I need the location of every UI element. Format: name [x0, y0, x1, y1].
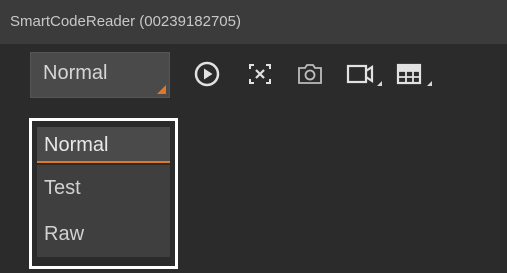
- dropdown-option-test[interactable]: Test: [37, 165, 170, 211]
- play-button[interactable]: [190, 57, 224, 91]
- mode-select-value: Normal: [43, 62, 108, 84]
- snapshot-button[interactable]: [293, 57, 327, 91]
- app-window: SmartCodeReader (00239182705) Normal Nor…: [0, 0, 507, 273]
- chevron-down-icon: [377, 81, 382, 86]
- dropdown-option-raw[interactable]: Raw: [37, 211, 170, 257]
- scan-button[interactable]: [243, 57, 277, 91]
- mode-select[interactable]: Normal: [30, 52, 170, 98]
- dropdown-list: Normal Test Raw: [37, 127, 170, 257]
- camera-icon: [298, 64, 322, 84]
- dropdown-option-normal[interactable]: Normal: [37, 127, 170, 163]
- toolbar: Normal: [0, 44, 507, 107]
- option-label: Raw: [44, 223, 85, 245]
- option-label: Test: [44, 177, 81, 199]
- video-camera-icon: [346, 64, 374, 84]
- record-button[interactable]: [343, 57, 385, 91]
- mode-dropdown-menu: Normal Test Raw: [29, 118, 178, 269]
- layout-button[interactable]: [392, 57, 434, 91]
- chevron-down-icon: [427, 81, 432, 86]
- dropdown-corner-icon: [157, 85, 166, 94]
- title-bar: SmartCodeReader (00239182705): [0, 0, 507, 44]
- option-label: Normal: [44, 134, 109, 156]
- window-title: SmartCodeReader (00239182705): [10, 13, 241, 30]
- play-icon: [194, 61, 220, 87]
- grid-icon: [396, 63, 422, 85]
- scan-icon: [249, 64, 271, 84]
